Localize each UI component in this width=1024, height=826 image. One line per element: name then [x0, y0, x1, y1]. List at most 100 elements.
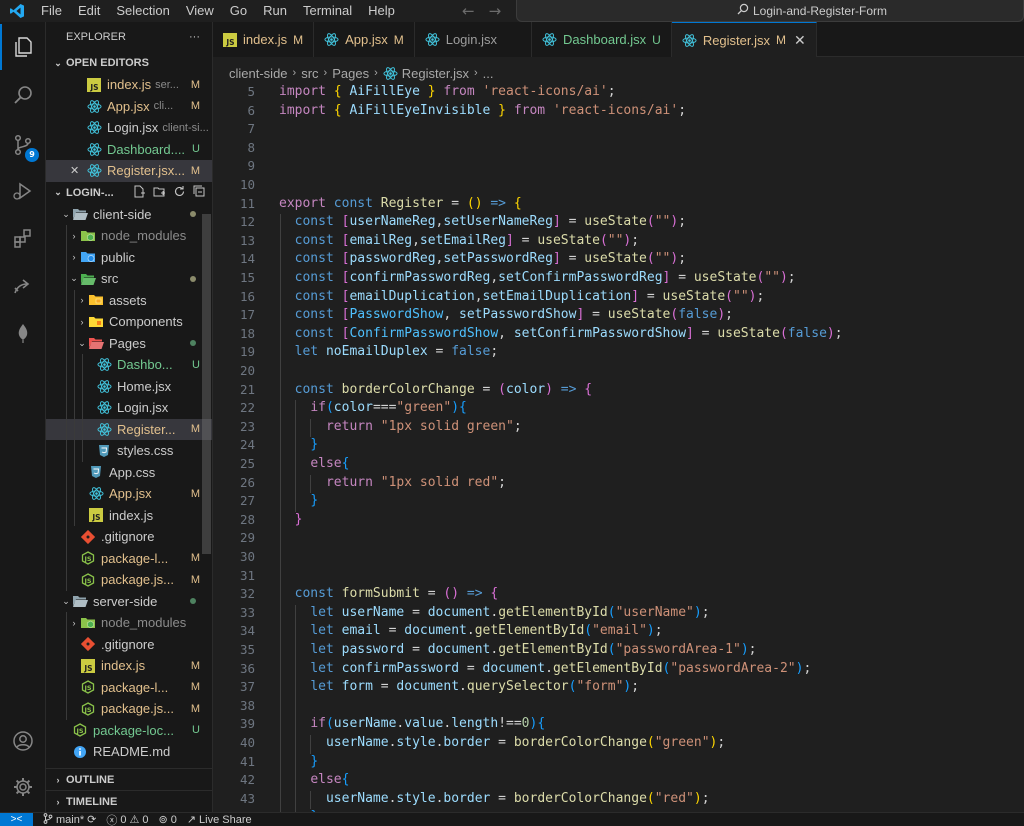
code-token: return — [325, 474, 381, 490]
more-actions-icon[interactable]: ··· — [189, 31, 200, 43]
file-row[interactable]: JS package.js... M — [46, 569, 212, 591]
open-editor-item[interactable]: Login.jsx client-si... — [46, 117, 212, 139]
file-row[interactable]: App.jsx M — [46, 483, 212, 505]
folder-row[interactable]: › node_modules — [46, 225, 212, 247]
forward-arrow-icon[interactable]: → — [489, 0, 502, 22]
menu-item-go[interactable]: Go — [222, 0, 255, 22]
line-number: 13 — [239, 232, 255, 248]
git-status-badge: M — [190, 552, 200, 565]
refresh-icon[interactable] — [173, 185, 186, 201]
file-row[interactable]: JS package-l... M — [46, 676, 212, 698]
breadcrumb-item[interactable]: src — [301, 66, 318, 81]
timeline-header[interactable]: › TIMELINE — [46, 790, 212, 812]
file-row[interactable]: JS index.js — [46, 504, 212, 526]
tab-index-js[interactable]: JS index.js M — [213, 22, 315, 57]
tab-login-jsx[interactable]: Login.jsx — [414, 22, 533, 57]
file-row[interactable]: Register... M — [46, 418, 212, 440]
code-token: borderColorChange — [513, 790, 647, 806]
code-token: ) — [545, 381, 553, 397]
remote-indicator[interactable]: >< — [0, 813, 33, 826]
file-row[interactable]: JS package.js... M — [46, 698, 212, 720]
file-row[interactable]: Home.jsx — [46, 375, 212, 397]
git-status-badge: M — [190, 100, 200, 113]
file-row[interactable]: JS package-l... M — [46, 547, 212, 569]
file-row[interactable]: .gitignore — [46, 633, 212, 655]
source-control-icon[interactable]: 9 — [0, 122, 46, 168]
collapse-all-icon[interactable] — [193, 185, 206, 201]
sidebar-scrollbar[interactable] — [202, 214, 211, 554]
new-folder-icon[interactable] — [153, 185, 166, 201]
menu-item-help[interactable]: Help — [360, 0, 403, 22]
menu-item-run[interactable]: Run — [255, 0, 295, 22]
menu-item-edit[interactable]: Edit — [70, 0, 108, 22]
line-number: 26 — [239, 474, 255, 490]
file-row[interactable]: README.md — [46, 741, 212, 763]
file-row[interactable]: Dashbo... U — [46, 354, 212, 376]
code-token: borderColorChange — [341, 381, 475, 397]
folder-row[interactable]: ⌄ client-side — [46, 204, 212, 226]
command-center-search[interactable]: Login-and-Register-Form — [516, 0, 1024, 22]
breadcrumb-item[interactable]: Pages — [332, 66, 369, 81]
code-token: confirmPassword — [341, 660, 460, 676]
folder-row[interactable]: › public — [46, 246, 212, 268]
breadcrumb-item[interactable]: ... — [483, 66, 494, 81]
folder-row[interactable]: › node_modules — [46, 612, 212, 634]
open-editor-item[interactable]: JS index.js ser... M — [46, 74, 212, 96]
open-editor-item[interactable]: App.jsx cli... M — [46, 96, 212, 118]
open-editor-item[interactable]: Dashboard.... U — [46, 139, 212, 161]
file-row[interactable]: .gitignore — [46, 526, 212, 548]
chevron-down-icon: ⌄ — [78, 337, 86, 348]
ports-item[interactable]: ⊚ 0 — [158, 813, 176, 826]
file-row[interactable]: JS package-loc... U — [46, 720, 212, 742]
run-debug-icon[interactable] — [0, 168, 46, 214]
tab-dashboard-jsx[interactable]: Dashboard.jsx U — [532, 22, 672, 57]
menu-item-terminal[interactable]: Terminal — [295, 0, 360, 22]
account-icon[interactable] — [0, 718, 46, 764]
tab-app-jsx[interactable]: App.jsx M — [314, 22, 415, 57]
folder-row[interactable]: › assets — [46, 289, 212, 311]
problems-item[interactable]: ⓧ 0 ⚠ 0 — [106, 813, 148, 826]
folder-row[interactable]: ⌄ server-side — [46, 591, 212, 613]
svg-text:JS: JS — [83, 664, 92, 673]
code-token: , — [474, 288, 483, 304]
file-row[interactable]: styles.css — [46, 440, 212, 462]
branch-item[interactable]: main* ⟳ — [43, 813, 96, 826]
explorer-icon[interactable] — [0, 24, 46, 70]
file-row[interactable]: Login.jsx — [46, 397, 212, 419]
extensions-icon[interactable] — [0, 216, 46, 262]
tab-register-jsx[interactable]: Register.jsx M ✕ — [671, 22, 817, 57]
line-number: 43 — [239, 790, 255, 806]
file-row[interactable]: App.css — [46, 461, 212, 483]
git-status-badge: M — [190, 702, 200, 715]
open-editor-item[interactable]: ✕ Register.jsx... M — [46, 160, 212, 182]
project-header[interactable]: ⌄ LOGIN-... — [46, 182, 212, 204]
indent-guide — [66, 526, 67, 548]
command-center-text: Login-and-Register-Form — [753, 3, 888, 18]
close-tab-icon[interactable]: ✕ — [794, 32, 806, 49]
file-row[interactable]: JS index.js M — [46, 655, 212, 677]
code-editor[interactable]: 5 import { AiFillEye } from 'react-icons/… — [213, 82, 1024, 812]
live-share-item[interactable]: ↗ Live Share — [187, 813, 252, 826]
search-icon[interactable] — [0, 72, 46, 118]
sync-icon[interactable]: ⟳ — [87, 813, 96, 826]
remote-share-icon[interactable] — [0, 264, 46, 310]
folder-row[interactable]: ⌄ Pages — [46, 332, 212, 354]
open-editors-header[interactable]: ⌄ OPEN EDITORS — [46, 52, 212, 74]
breadcrumb-item[interactable]: client-side — [229, 66, 288, 81]
close-icon[interactable]: ✕ — [70, 164, 86, 177]
timeline-label: TIMELINE — [66, 795, 118, 808]
new-file-icon[interactable] — [133, 185, 146, 201]
folder-row[interactable]: › Components — [46, 311, 212, 333]
back-arrow-icon[interactable]: ← — [462, 0, 475, 22]
settings-gear-icon[interactable] — [0, 764, 46, 810]
menu-item-view[interactable]: View — [178, 0, 222, 22]
code-token: ( — [498, 381, 506, 397]
outline-header[interactable]: › OUTLINE — [46, 768, 212, 790]
indent-guide — [310, 735, 311, 754]
folder-row[interactable]: ⌄ src — [46, 268, 212, 290]
vscode-logo-icon — [0, 3, 33, 19]
menu-item-selection[interactable]: Selection — [108, 0, 177, 22]
mongodb-leaf-icon[interactable] — [0, 310, 46, 356]
breadcrumb-item[interactable]: Register.jsx — [402, 66, 469, 81]
menu-item-file[interactable]: File — [33, 0, 70, 22]
